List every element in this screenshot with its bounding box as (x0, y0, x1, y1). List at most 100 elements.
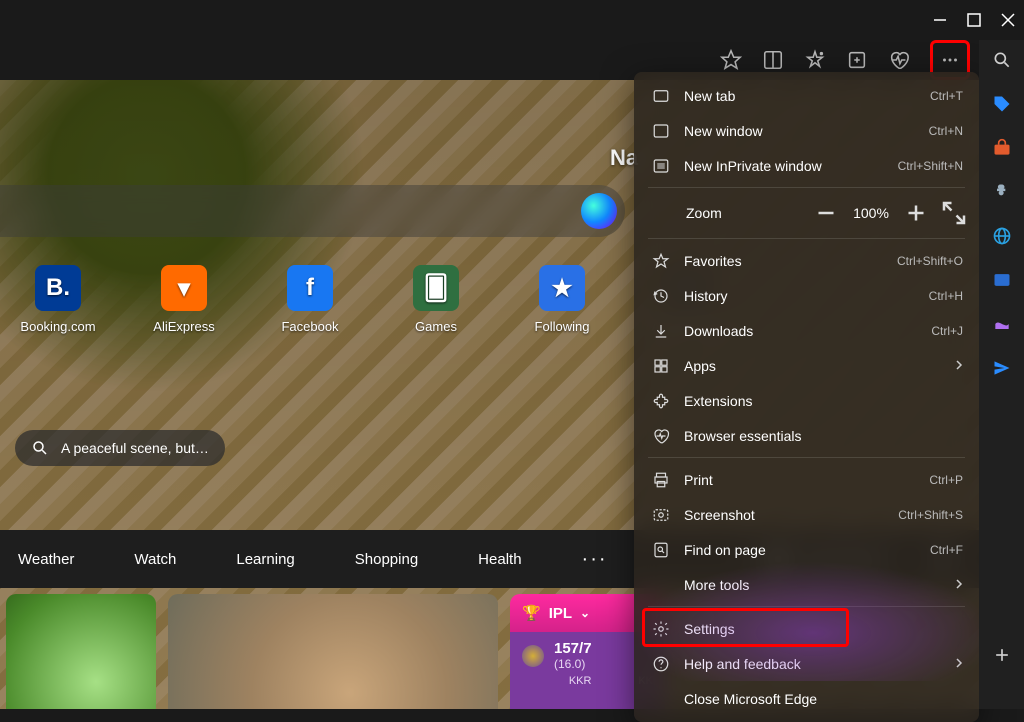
downloads-icon (652, 322, 670, 340)
favorites-icon (652, 252, 670, 270)
menu-item-label: Screenshot (684, 507, 884, 523)
menu-item-close-microsoft-edge[interactable]: Close Microsoft Edge (634, 681, 979, 716)
settings-icon (652, 620, 670, 638)
send-icon[interactable] (992, 358, 1012, 378)
menu-item-label: New tab (684, 88, 916, 104)
menu-item-downloads[interactable]: Downloads Ctrl+J (634, 313, 979, 348)
tab-actions-icon[interactable] (762, 49, 784, 71)
menu-item-new-window[interactable]: New windowCtrl+N (634, 113, 979, 148)
menu-item-help-and-feedback[interactable]: Help and feedback (634, 646, 979, 681)
zoom-out-button[interactable] (811, 198, 841, 228)
nav-link[interactable]: Health (478, 551, 521, 568)
quick-tile[interactable]: f Facebook (270, 265, 350, 334)
copilot-orb-icon[interactable] (581, 193, 617, 229)
minimize-button[interactable] (932, 12, 948, 28)
nav-link[interactable]: Watch (134, 551, 176, 568)
close-button[interactable] (1000, 12, 1016, 28)
plus-icon[interactable] (992, 645, 1012, 665)
sparkle-favorite-icon[interactable] (804, 49, 826, 71)
menu-item-favorites[interactable]: Favorites Ctrl+Shift+O (634, 243, 979, 278)
quick-links: B.Booking.com ▾AliExpress f Facebook 🂠 Games ★… (18, 265, 728, 334)
tile-label: Games (415, 319, 457, 334)
trophy-icon: 🏆 (522, 604, 541, 622)
apps-icon (652, 357, 670, 375)
feed-card[interactable] (6, 594, 156, 709)
menu-item-label: New window (684, 123, 915, 139)
menu-item-settings[interactable]: Settings (634, 611, 979, 646)
find-icon (652, 541, 670, 559)
menu-item-more-tools[interactable]: More tools (634, 567, 979, 602)
search-icon[interactable] (992, 50, 1012, 70)
menu-item-shortcut: Ctrl+Shift+N (898, 159, 963, 173)
nav-overflow[interactable]: ··· (582, 548, 608, 571)
zoom-value: 100% (849, 205, 893, 221)
edge-sidebar (979, 40, 1024, 709)
cart-icon[interactable] (992, 138, 1012, 158)
wave-icon[interactable] (992, 314, 1012, 334)
zoom-in-button[interactable] (901, 198, 931, 228)
menu-item-label: Apps (684, 358, 941, 374)
menu-item-label: Print (684, 472, 915, 488)
quick-tile[interactable]: ★Following (522, 265, 602, 334)
heart-rate-icon[interactable] (888, 49, 910, 71)
window-controls (0, 0, 1024, 40)
tile-label: Facebook (281, 319, 338, 334)
new-window-icon (652, 122, 670, 140)
quick-tile[interactable]: B.Booking.com (18, 265, 98, 334)
league-tag: IPL (549, 605, 572, 622)
star-icon[interactable] (720, 49, 742, 71)
inprivate-icon (652, 157, 670, 175)
menu-item-label: Browser essentials (684, 428, 963, 444)
tag-icon[interactable] (992, 94, 1012, 114)
menu-item-browser-essentials[interactable]: Browser essentials (634, 418, 979, 453)
tile-icon: f (287, 265, 333, 311)
new-tab-icon (652, 87, 670, 105)
globe-icon[interactable] (992, 226, 1012, 246)
essentials-icon (652, 427, 670, 445)
menu-item-screenshot[interactable]: ScreenshotCtrl+Shift+S (634, 497, 979, 532)
menu-item-label: Help and feedback (684, 656, 941, 672)
maximize-button[interactable] (966, 12, 982, 28)
menu-item-label: Favorites (684, 253, 883, 269)
tile-icon: B. (35, 265, 81, 311)
screenshot-icon (652, 506, 670, 524)
menu-item-label: New InPrivate window (684, 158, 884, 174)
image-caption-pill[interactable]: A peaceful scene, but… (15, 430, 225, 466)
quick-tile[interactable]: ▾AliExpress (144, 265, 224, 334)
menu-item-shortcut: Ctrl+Shift+O (897, 254, 963, 268)
menu-item-print[interactable]: PrintCtrl+P (634, 462, 979, 497)
menu-item-label: History (684, 288, 915, 304)
menu-item-shortcut: Ctrl+J (931, 324, 963, 338)
nav-link[interactable]: Shopping (355, 551, 418, 568)
menu-item-history[interactable]: History Ctrl+H (634, 278, 979, 313)
more-icon[interactable] (939, 49, 961, 71)
menu-zoom-row: Zoom 100% (634, 192, 979, 234)
menu-item-extensions[interactable]: Extensions (634, 383, 979, 418)
team-score: 157/7 (554, 640, 592, 657)
extensions-icon (652, 392, 670, 410)
outlook-icon[interactable] (992, 270, 1012, 290)
search-bar[interactable] (0, 185, 625, 237)
tile-icon: 🂠 (413, 265, 459, 311)
team-code: KKR (569, 675, 592, 687)
feed-card[interactable] (168, 594, 498, 709)
menu-item-apps[interactable]: Apps (634, 348, 979, 383)
tile-label: AliExpress (153, 319, 214, 334)
menu-item-label: Close Microsoft Edge (684, 691, 963, 707)
nav-link[interactable]: Learning (236, 551, 294, 568)
quick-tile[interactable]: 🂠 Games (396, 265, 476, 334)
menu-item-new-inprivate-window[interactable]: New InPrivate window Ctrl+Shift+N (634, 148, 979, 183)
nav-link[interactable]: Weather (18, 551, 74, 568)
menu-item-find-on-page[interactable]: Find on pageCtrl+F (634, 532, 979, 567)
search-icon (31, 439, 49, 457)
fullscreen-button[interactable] (939, 198, 969, 228)
team-logo (522, 645, 544, 667)
menu-item-label: More tools (684, 577, 941, 593)
image-caption: A peaceful scene, but… (61, 440, 209, 456)
piece-icon[interactable] (992, 182, 1012, 202)
menu-item-label: Downloads (684, 323, 917, 339)
collections-icon[interactable] (846, 49, 868, 71)
menu-item-label: Extensions (684, 393, 963, 409)
menu-item-shortcut: Ctrl+H (929, 289, 963, 303)
menu-item-new-tab[interactable]: New tabCtrl+T (634, 78, 979, 113)
